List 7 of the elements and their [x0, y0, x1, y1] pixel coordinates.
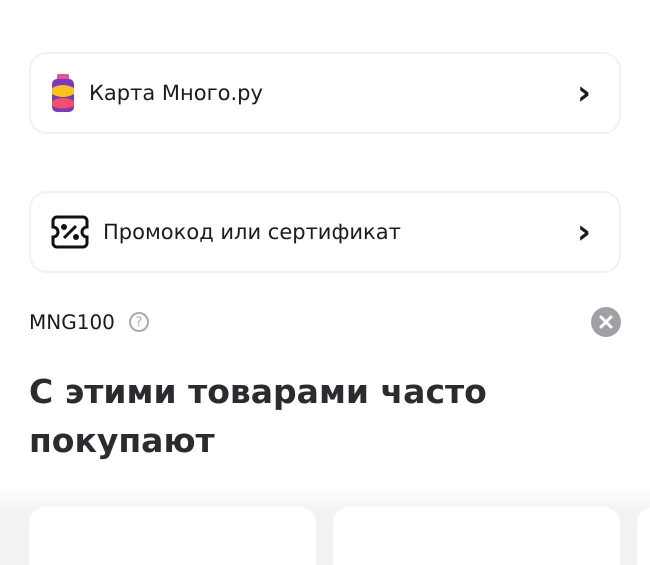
promo-code: MNG100 [29, 310, 115, 334]
menu-row[interactable]: Карта Много.ру › [29, 52, 621, 134]
close-icon[interactable] [591, 307, 621, 337]
menu-row[interactable]: Промокод или сертификат › [29, 191, 621, 273]
coupon-icon [51, 215, 89, 249]
section-title: С этими товарами часто покупают [29, 371, 488, 462]
jar-icon [51, 74, 75, 112]
